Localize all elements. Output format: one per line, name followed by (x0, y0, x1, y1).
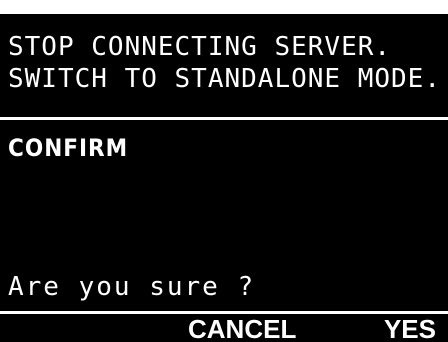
confirmation-question: Are you sure ? (8, 272, 256, 302)
yes-button[interactable]: YES (384, 314, 436, 342)
dialog-title: CONFIRM (8, 134, 129, 162)
cancel-button[interactable]: CANCEL (188, 314, 296, 342)
divider (0, 117, 448, 120)
device-screen: STOP CONNECTING SERVER. SWITCH TO STANDA… (0, 14, 448, 342)
message-line-2: SWITCH TO STANDALONE MODE. (8, 64, 441, 94)
message-line-1: STOP CONNECTING SERVER. (8, 32, 392, 62)
softkey-bar: CANCEL YES (0, 311, 448, 342)
